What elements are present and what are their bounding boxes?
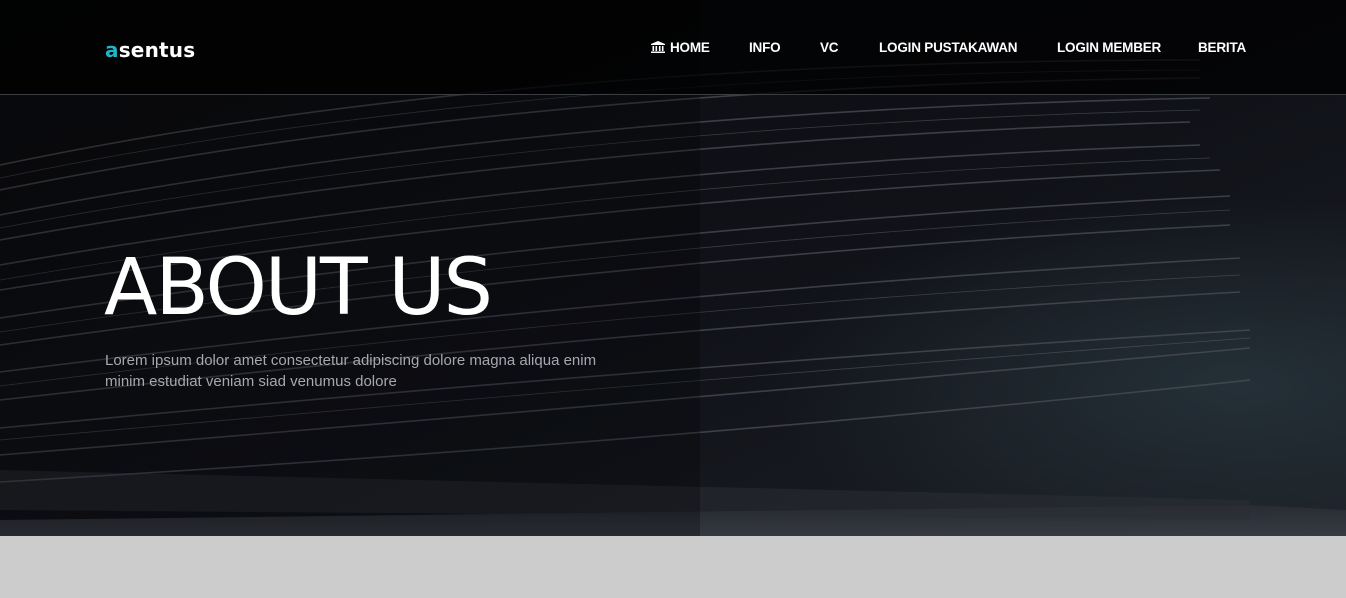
hero-section: asentus HOME INFO VC LOGIN PUSTAKAWAN LO… — [0, 0, 1346, 536]
hero-description: Lorem ipsum dolor amet consectetur adipi… — [105, 352, 597, 390]
nav-item-info[interactable]: INFO — [749, 40, 781, 55]
nav-item-berita[interactable]: BERITA — [1198, 40, 1246, 55]
bank-icon — [651, 41, 665, 53]
content-section — [0, 536, 1346, 598]
page-title: ABOUT US — [104, 243, 493, 333]
top-navbar: asentus HOME INFO VC LOGIN PUSTAKAWAN LO… — [0, 0, 1346, 95]
main-nav: HOME INFO VC LOGIN PUSTAKAWAN LOGIN MEMB… — [0, 40, 1346, 56]
nav-item-vc[interactable]: VC — [820, 40, 839, 55]
nav-item-login-pustakawan[interactable]: LOGIN PUSTAKAWAN — [879, 40, 1018, 55]
nav-item-login-member[interactable]: LOGIN MEMBER — [1057, 40, 1161, 55]
nav-item-home[interactable]: HOME — [651, 40, 710, 55]
nav-label-home: HOME — [670, 40, 710, 55]
